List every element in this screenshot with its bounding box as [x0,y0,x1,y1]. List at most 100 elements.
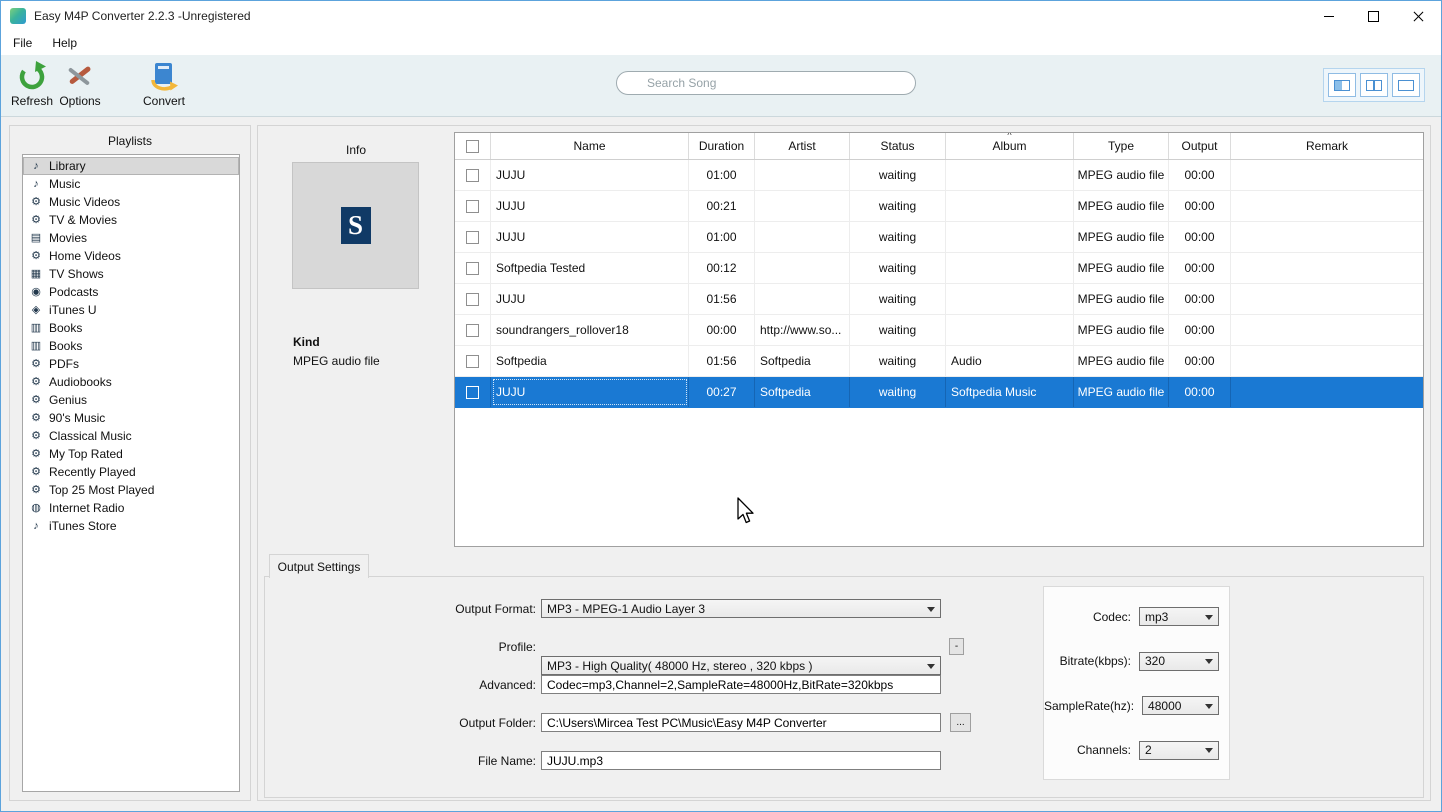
playlist-item[interactable]: ⚙ TV & Movies [23,211,239,229]
cell-duration: 01:00 [689,222,755,252]
column-header-duration[interactable]: Duration [689,133,755,159]
playlist-label: Genius [49,393,87,407]
row-checkbox[interactable] [466,324,479,337]
playlist-item[interactable]: ⚙ Genius [23,391,239,409]
row-checkbox[interactable] [466,231,479,244]
output-format-value: MP3 - MPEG-1 Audio Layer 3 [547,602,705,616]
playlist-item[interactable]: ▥ Books [23,319,239,337]
advanced-label: Advanced: [376,678,536,692]
layout-button-single[interactable] [1392,73,1420,97]
profile-select[interactable]: MP3 - High Quality( 48000 Hz, stereo , 3… [541,656,941,675]
file-name-input[interactable] [541,751,941,770]
file-name-label: File Name: [376,754,536,768]
minimize-button[interactable] [1306,1,1351,31]
output-format-select[interactable]: MP3 - MPEG-1 Audio Layer 3 [541,599,941,618]
table-row[interactable]: JUJU 00:27 Softpedia waiting Softpedia M… [455,377,1423,408]
search-box [616,71,916,95]
table-row[interactable]: Softpedia Tested 00:12 waiting MPEG audi… [455,253,1423,284]
advanced-input[interactable] [541,675,941,694]
search-input[interactable] [616,71,916,95]
table-row[interactable]: JUJU 01:56 waiting MPEG audio file 00:00 [455,284,1423,315]
profile-edit-button[interactable]: - [949,638,964,655]
cell-status: waiting [850,191,946,221]
maximize-button[interactable] [1351,1,1396,31]
playlist-label: iTunes U [49,303,97,317]
cell-output: 00:00 [1169,253,1231,283]
column-header-album[interactable]: ^ Album [946,133,1074,159]
main-panel: Info S Kind MPEG audio file Name Duratio… [257,125,1431,801]
menu-file[interactable]: File [3,33,42,53]
cell-status: waiting [850,377,946,407]
playlist-item[interactable]: ⚙ Top 25 Most Played [23,481,239,499]
playlist-item[interactable]: ⚙ Audiobooks [23,373,239,391]
row-checkbox[interactable] [466,386,479,399]
options-label: Options [59,94,100,108]
playlist-icon: ◈ [29,301,43,319]
cell-artist: Softpedia [755,377,850,407]
codec-setting-select[interactable]: 48000 [1142,696,1219,715]
select-all-checkbox[interactable] [466,140,479,153]
column-header-name[interactable]: Name [491,133,689,159]
menu-help[interactable]: Help [42,33,87,53]
playlist-item[interactable]: ▤ Movies [23,229,239,247]
row-checkbox[interactable] [466,293,479,306]
playlist-item[interactable]: ⚙ Home Videos [23,247,239,265]
row-checkbox[interactable] [466,262,479,275]
playlist-item[interactable]: ⚙ Classical Music [23,427,239,445]
codec-setting-select[interactable]: mp3 [1139,607,1219,626]
playlist-item[interactable]: ◉ Podcasts [23,283,239,301]
codec-setting-row: SampleRate(hz): 48000 [1044,696,1219,715]
browse-folder-button[interactable]: ... [950,713,971,732]
row-checkbox[interactable] [466,355,479,368]
table-row[interactable]: soundrangers_rollover18 00:00 http://www… [455,315,1423,346]
codec-setting-select[interactable]: 2 [1139,741,1219,760]
column-header-type[interactable]: Type [1074,133,1169,159]
table-row[interactable]: JUJU 00:21 waiting MPEG audio file 00:00 [455,191,1423,222]
playlist-item[interactable]: ⚙ 90's Music [23,409,239,427]
cell-remark [1231,191,1423,221]
layout-button-split-filled[interactable] [1328,73,1356,97]
convert-button[interactable]: Convert [135,61,193,108]
output-folder-input[interactable] [541,713,941,732]
table-row[interactable]: JUJU 01:00 waiting MPEG audio file 00:00 [455,160,1423,191]
column-header-artist[interactable]: Artist [755,133,850,159]
close-button[interactable] [1396,1,1441,31]
playlist-label: Recently Played [49,465,136,479]
playlist-icon: ⚙ [29,427,43,445]
row-checkbox[interactable] [466,200,479,213]
refresh-label: Refresh [11,94,53,108]
playlist-item[interactable]: ▦ TV Shows [23,265,239,283]
row-checkbox-cell [455,253,491,283]
playlist-item[interactable]: ◍ Internet Radio [23,499,239,517]
playlist-item[interactable]: ⚙ My Top Rated [23,445,239,463]
playlist-label: PDFs [49,357,79,371]
table-row[interactable]: Softpedia 01:56 Softpedia waiting Audio … [455,346,1423,377]
playlist-item[interactable]: ⚙ Recently Played [23,463,239,481]
row-checkbox[interactable] [466,169,479,182]
dropdown-arrow-icon [1205,615,1213,620]
artwork-logo: S [341,207,371,244]
table-row[interactable]: JUJU 01:00 waiting MPEG audio file 00:00 [455,222,1423,253]
cell-artist: http://www.so... [755,315,850,345]
playlist-item[interactable]: ◈ iTunes U [23,301,239,319]
dropdown-arrow-icon [927,664,935,669]
cell-album: Softpedia Music [946,377,1074,407]
playlist-item[interactable]: ♪ Music [23,175,239,193]
column-header-output[interactable]: Output [1169,133,1231,159]
codec-setting-select[interactable]: 320 [1139,652,1219,671]
column-header-status[interactable]: Status [850,133,946,159]
cell-output: 00:00 [1169,191,1231,221]
split-left-filled-icon [1334,80,1350,91]
table-body: JUJU 01:00 waiting MPEG audio file 00:00… [455,160,1423,408]
playlist-item[interactable]: ♪ Library [23,157,239,175]
playlist-item[interactable]: ♪ iTunes Store [23,517,239,535]
tab-output-settings[interactable]: Output Settings [269,554,369,578]
playlist-item[interactable]: ⚙ PDFs [23,355,239,373]
split-vertical-icon [1366,80,1382,91]
options-button[interactable]: Options [51,61,109,108]
playlist-item[interactable]: ⚙ Music Videos [23,193,239,211]
column-header-remark[interactable]: Remark [1231,133,1423,159]
layout-button-split[interactable] [1360,73,1388,97]
cell-album [946,284,1074,314]
playlist-item[interactable]: ▥ Books [23,337,239,355]
